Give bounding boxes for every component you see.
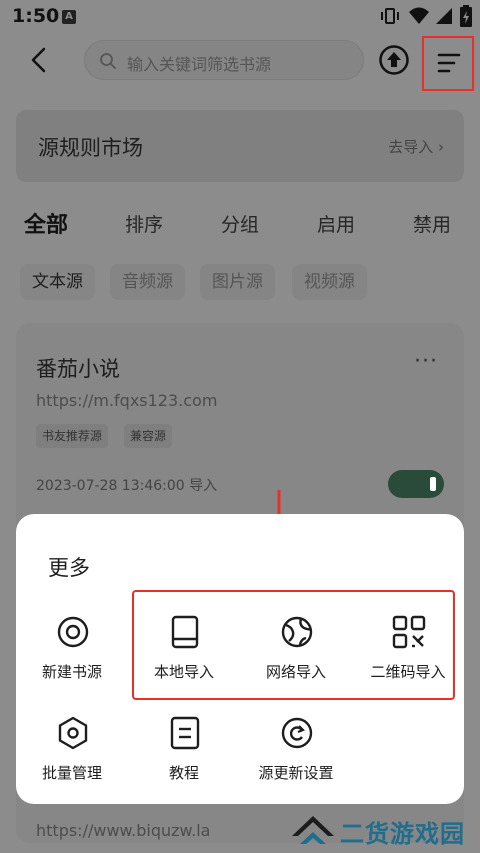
- next-source-url: https://www.biquzw.la: [36, 821, 211, 840]
- enable-toggle[interactable]: [388, 470, 444, 498]
- notification-a-icon: A: [62, 10, 76, 24]
- sort-menu-icon: [437, 53, 461, 73]
- action-label: 批量管理: [41, 764, 102, 782]
- watermark-logo-icon: [292, 816, 334, 844]
- search-icon: [100, 53, 116, 69]
- status-bar: 1:50 A: [0, 0, 480, 34]
- source-tag: 兼容源: [124, 424, 173, 448]
- status-time: 1:50: [12, 5, 60, 27]
- tab-group[interactable]: 分组: [221, 210, 259, 237]
- document-icon: [170, 716, 200, 750]
- market-import-link[interactable]: 去导入 ›: [388, 136, 444, 157]
- import-time: 2023-07-28 13:46:00 导入: [36, 478, 218, 494]
- source-tag: 书友推荐源: [36, 424, 109, 448]
- new-source-button[interactable]: 新建书源: [16, 615, 128, 695]
- upload-button[interactable]: [378, 44, 410, 76]
- search-placeholder: 输入关键词筛选书源: [127, 55, 272, 74]
- source-market-banner[interactable]: 源规则市场 去导入 ›: [16, 110, 464, 182]
- target-icon: [57, 616, 89, 648]
- back-button[interactable]: [24, 43, 56, 77]
- hexagon-icon: [58, 716, 88, 750]
- source-url: https://m.fqxs123.com: [36, 391, 218, 410]
- import-actions-highlight: [132, 590, 455, 700]
- batch-manage-button[interactable]: 批量管理: [16, 716, 128, 796]
- chip-video-source[interactable]: 视频源: [292, 264, 367, 300]
- signal-icon: [436, 8, 452, 24]
- battery-icon: [460, 5, 472, 27]
- sheet-title: 更多: [48, 556, 90, 580]
- watermark: 二货游戏园: [284, 806, 480, 853]
- tutorial-button[interactable]: 教程: [128, 716, 240, 796]
- chip-text-source[interactable]: 文本源: [20, 264, 95, 300]
- refresh-icon: [281, 717, 313, 749]
- action-label: 教程: [168, 764, 199, 782]
- update-settings-button[interactable]: 源更新设置: [240, 716, 352, 796]
- search-input[interactable]: 输入关键词筛选书源: [84, 40, 364, 80]
- tab-disabled[interactable]: 禁用: [413, 210, 451, 237]
- chip-audio-source[interactable]: 音频源: [110, 264, 185, 300]
- source-title: 番茄小说: [36, 357, 120, 381]
- more-options-button[interactable]: ···: [414, 349, 438, 374]
- chip-image-source[interactable]: 图片源: [200, 264, 275, 300]
- tab-enabled[interactable]: 启用: [317, 210, 355, 237]
- toggle-knob: [430, 477, 436, 491]
- action-label: 源更新设置: [258, 764, 334, 782]
- action-label: 新建书源: [41, 663, 102, 681]
- watermark-text: 二货游戏园: [340, 820, 465, 848]
- tab-all[interactable]: 全部: [24, 207, 68, 239]
- market-title: 源规则市场: [38, 136, 143, 160]
- sort-menu-button[interactable]: [422, 36, 474, 91]
- tab-sort[interactable]: 排序: [125, 210, 163, 237]
- vibrate-icon: [381, 8, 399, 24]
- wifi-icon: [409, 7, 429, 24]
